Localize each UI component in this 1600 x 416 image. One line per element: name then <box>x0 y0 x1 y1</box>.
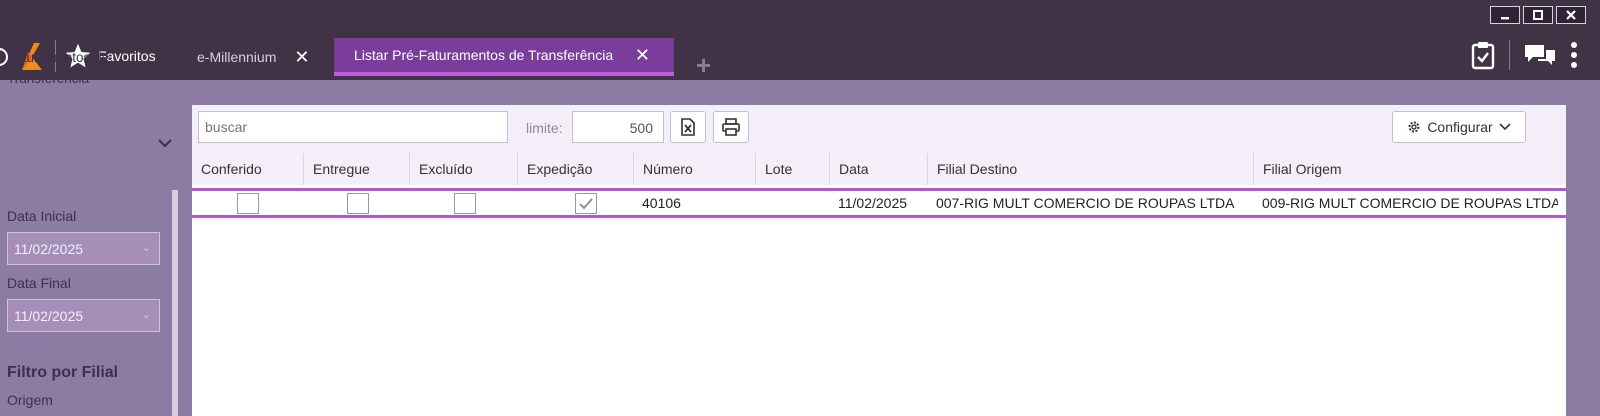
column-header-filial-origem[interactable]: Filial Origem <box>1254 153 1566 185</box>
chat-icon[interactable] <box>1524 43 1556 67</box>
maximize-icon <box>1533 10 1543 20</box>
table-row[interactable]: 40106 11/02/2025 007-RIG MULT COMERCIO D… <box>192 188 1566 218</box>
column-header-data[interactable]: Data <box>830 153 928 185</box>
chevron-down-icon[interactable] <box>158 138 172 148</box>
numero-cell: 40106 <box>642 195 681 211</box>
search-input[interactable] <box>198 111 508 143</box>
excluido-checkbox[interactable] <box>454 193 476 214</box>
filtro-filial-heading: Filtro por Filial <box>7 364 119 381</box>
limite-label: limite: <box>526 120 563 136</box>
close-window-button[interactable] <box>1556 6 1586 24</box>
more-vert-icon[interactable] <box>1570 41 1578 69</box>
filial-destino-cell: 007-RIG MULT COMERCIO DE ROUPAS LTDA <box>936 195 1235 211</box>
header-actions <box>1471 40 1578 70</box>
filial-origem-cell: 009-RIG MULT COMERCIO DE ROUPAS LTDA <box>1262 195 1558 211</box>
excel-file-icon <box>681 118 695 136</box>
configurar-button[interactable]: Configurar <box>1392 111 1526 143</box>
tab-label: e-Millennium <box>197 49 277 65</box>
print-button[interactable] <box>713 111 749 143</box>
main-panel: limite: 500 Configurar Conferido <box>192 105 1566 416</box>
add-tab-icon[interactable]: + <box>696 50 711 81</box>
configurar-label: Configurar <box>1427 119 1493 135</box>
tab-label: Listar Pré-Faturamentos de Transferência <box>354 47 614 63</box>
data-inicial-label: Data Inicial <box>7 208 77 224</box>
data-inicial-field[interactable]: 11/02/2025 ⌄ <box>7 232 160 265</box>
column-header-entregue[interactable]: Entregue <box>304 153 410 185</box>
tab-e-millennium[interactable]: e-Millennium ✕ <box>197 38 309 76</box>
limite-input[interactable]: 500 <box>572 111 664 143</box>
column-header-lote[interactable]: Lote <box>756 153 830 185</box>
entregue-checkbox[interactable] <box>347 193 369 214</box>
column-header-expedicao[interactable]: Expedição <box>518 153 634 185</box>
header-divider <box>1509 40 1510 70</box>
maximize-button[interactable] <box>1523 6 1553 24</box>
data-cell: 11/02/2025 <box>838 195 908 211</box>
data-final-value: 11/02/2025 <box>14 308 84 324</box>
table-header: Conferido Entregue Excluído Expedição Nú… <box>192 153 1566 185</box>
data-final-label: Data Final <box>7 275 71 291</box>
expedicao-checkbox[interactable] <box>575 193 597 214</box>
window-controls <box>1490 6 1586 24</box>
minimize-icon <box>1501 17 1509 20</box>
check-icon <box>579 197 593 209</box>
sidebar-title: Listar Pré-Faturamentos de Transferência <box>7 29 110 86</box>
data-final-field[interactable]: 11/02/2025 ⌄ <box>7 299 160 332</box>
tab-listar-pre-faturamentos[interactable]: Listar Pré-Faturamentos de Transferência… <box>334 38 674 76</box>
clipboard-check-icon[interactable] <box>1471 40 1495 70</box>
data-inicial-value: 11/02/2025 <box>14 241 84 257</box>
column-header-numero[interactable]: Número <box>634 153 756 185</box>
column-header-conferido[interactable]: Conferido <box>192 153 304 185</box>
chevron-down-icon: ⌄ <box>141 242 151 254</box>
tab-close-icon[interactable]: ✕ <box>294 48 309 66</box>
close-icon <box>1566 10 1576 20</box>
gear-icon <box>1408 121 1420 133</box>
chevron-down-icon: ⌄ <box>141 309 151 321</box>
sidebar-scrollbar[interactable] <box>172 190 178 416</box>
lote-cell <box>764 191 824 215</box>
export-excel-button[interactable] <box>670 111 706 143</box>
column-header-excluido[interactable]: Excluído <box>410 153 518 185</box>
conferido-checkbox[interactable] <box>237 193 259 214</box>
origem-label: Origem <box>7 392 53 408</box>
tab-close-icon[interactable]: ✕ <box>635 46 650 64</box>
printer-icon <box>722 118 740 136</box>
minimize-button[interactable] <box>1490 6 1520 24</box>
column-header-filial-destino[interactable]: Filial Destino <box>928 153 1254 185</box>
chevron-down-icon <box>1499 123 1511 131</box>
